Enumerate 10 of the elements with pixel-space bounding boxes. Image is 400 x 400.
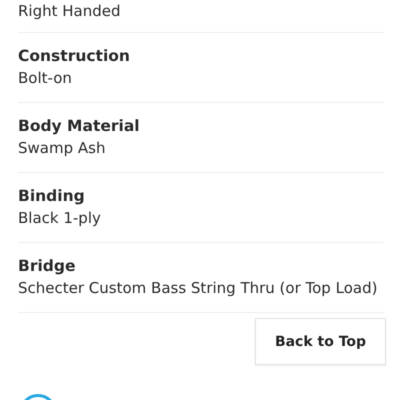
spec-value: Schecter Custom Bass String Thru (or Top Load)	[18, 278, 378, 299]
spec-label: Binding	[18, 186, 86, 207]
spec-label: Construction	[18, 46, 131, 67]
spec-label: Body Material	[18, 116, 141, 137]
spec-value: Bolt-on	[18, 68, 73, 89]
spec-label: Bridge	[18, 256, 76, 277]
back-to-top-button[interactable]: Back to Top	[255, 318, 386, 365]
spec-value: Black 1-ply	[18, 208, 102, 229]
spec-value: Swamp Ash	[18, 138, 106, 159]
spec-value: Right Handed	[18, 1, 122, 22]
